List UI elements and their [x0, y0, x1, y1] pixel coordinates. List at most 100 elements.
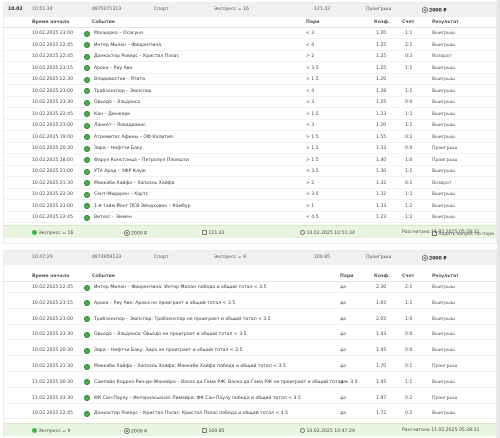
- row-odds: 1.25: [376, 42, 387, 48]
- bet-sport: Спорт: [154, 255, 169, 260]
- table-row: 10.02.2025 22:45 Донкастер Роверс – Крист…: [4, 51, 496, 62]
- row-time: 10.02.2025 18:00: [32, 157, 74, 163]
- football-icon: [84, 180, 90, 186]
- row-score: 0:2: [405, 411, 413, 417]
- row-event: Сент-Мирррен – Хартс: [94, 192, 149, 197]
- table-row: 10.02.2025 23:30 Овьедо – Эльданса: Овьед…: [4, 329, 496, 341]
- row-time: 10.02.2025 20:30: [32, 348, 74, 354]
- table-row: 10.02.2025 19:00 Атромитос Афины – ОФ Кал…: [4, 132, 496, 143]
- row-odds: 1.65: [376, 300, 387, 306]
- row-odds: 1.43: [376, 332, 387, 338]
- row-score: 0:0: [405, 332, 413, 338]
- football-icon: [84, 99, 90, 106]
- football-icon: [84, 410, 90, 417]
- table-row: 10.02.2025 22:45 Интер Милан – Фиорентина…: [4, 40, 496, 51]
- row-odds: 1.20: [376, 77, 387, 82]
- row-bet: < 3.5: [306, 169, 319, 174]
- row-bet: да: [340, 300, 346, 306]
- row-result: Выигрыш: [432, 192, 455, 197]
- row-bet: да: [340, 332, 346, 338]
- row-result: Проигрыш: [432, 395, 458, 401]
- row-event: Зира – Нефтчи Баку: [94, 146, 143, 151]
- football-icon: [84, 145, 90, 152]
- table-row: 10.02.2025 20:30 Зира – Нефтчи Баку: Зира…: [4, 345, 496, 357]
- row-event: Интер Милан – Фиорентина: [94, 42, 162, 48]
- football-icon: [84, 30, 90, 37]
- row-event: Донкастер Роверс – Кристал Пэлас: Криста…: [94, 411, 289, 417]
- row-time: 10.02.2025 23:00: [32, 316, 74, 322]
- row-event: Ланкет – Левадиакос: [94, 123, 146, 128]
- row-time: 10.02.2025 23:15: [32, 300, 74, 306]
- bet-time: 10:51:34: [32, 7, 53, 12]
- row-bet: да: [340, 395, 346, 401]
- row-score: 1:1: [405, 31, 413, 36]
- row-score: 0:2: [405, 54, 413, 59]
- row-odds: 1.33: [376, 146, 387, 151]
- table-header: Время начала Событие Пари Коэф. Счет Рез…: [4, 17, 496, 28]
- col-result: Результат: [432, 20, 459, 25]
- table-row: 10.02.2025 23:00 1-й тайм Йонг ПСВ Эйндхо…: [4, 201, 496, 212]
- col-event: Событие: [92, 274, 115, 279]
- row-odds: 1.23: [376, 215, 387, 220]
- row-odds: 1.30: [376, 169, 387, 174]
- row-event: Владивосток – Ятита: [94, 77, 145, 82]
- row-result: Выигрыш: [432, 203, 455, 209]
- row-result: Выигрыш: [432, 285, 455, 290]
- table-row: 10.02.2025 20:30 Зира – Нефтчи Баку > 1.5 1…: [4, 143, 496, 154]
- row-event: Маккаби Хайфа – Хапоэль Хайфа: [94, 180, 175, 186]
- football-icon: [84, 347, 90, 354]
- row-result: Проигрыш: [432, 157, 458, 163]
- col-time: Время начала: [32, 274, 70, 279]
- col-result: Результат: [432, 274, 459, 279]
- col-event: Событие: [92, 20, 115, 25]
- table-row: 10.02.2025 23:00 Трабзонспор – Эюпспор: Т…: [4, 314, 496, 325]
- football-icon: [84, 122, 90, 129]
- table-row: 10.02.2025 23:00 Трабзонспор – Эюпспор < 4…: [4, 86, 496, 97]
- row-bet: да: [340, 316, 346, 322]
- row-odds: 1.45: [376, 348, 387, 354]
- football-icon: [84, 53, 90, 60]
- row-score: 1:1: [405, 169, 413, 174]
- footer-placed: 10.02.2025 10:47:29: [300, 428, 355, 434]
- row-bet: < 3.5: [306, 65, 319, 71]
- bet-status: Проигрыш: [366, 255, 392, 260]
- bet-status: Проигрыш: [366, 7, 392, 12]
- row-result: Выигрыш: [432, 134, 455, 140]
- row-event: Кан – Дюнкерк: [94, 111, 131, 117]
- footer-odds: 121.42: [202, 230, 225, 236]
- table-row: 10.02.2025 22:45 Донкастер Роверс – Крист…: [4, 408, 496, 420]
- footer-type: Экспресс = 9: [32, 428, 70, 434]
- row-result: Выигрыш: [432, 31, 455, 36]
- ask-question-link[interactable]: Задать вопрос по пари: [432, 231, 494, 237]
- footer-amount: 2000 ₽: [124, 230, 147, 237]
- row-bet: < 4: [306, 88, 315, 94]
- col-score: Счет: [402, 20, 415, 25]
- row-odds: 1.97: [376, 395, 387, 401]
- bet-header[interactable]: 10:47:29 4874959133 Спорт Экспресс = 9 1…: [4, 251, 496, 265]
- bet-header[interactable]: 10.02 10:51:34 4875071313 Спорт Экспресс…: [4, 3, 496, 17]
- row-bet: да: [340, 348, 346, 354]
- row-event: Овьедо – Эльданса: [94, 100, 141, 105]
- row-time: 10.02.2025 23:30: [32, 100, 74, 105]
- bet-odds: 121.42: [314, 7, 331, 12]
- row-odds: 1.28: [376, 88, 387, 94]
- row-time: 10.02.2025 23:00: [32, 203, 74, 209]
- bet-amount: 2000 ₽: [422, 255, 447, 262]
- row-score: 1:1: [405, 123, 413, 128]
- table-row: 10.02.2025 23:30 Овьедо – Эльданса < 3 1.25…: [4, 97, 496, 108]
- table-row: 10.02.2025 22:45 Витесс – Эммен < 4.5 1.23 1…: [4, 212, 496, 223]
- football-icon: [84, 65, 90, 71]
- row-result: Выигрыш: [432, 88, 455, 94]
- row-score: 1:0: [405, 316, 413, 322]
- row-odds: 1.23: [376, 111, 387, 117]
- row-event: Овьедо – Эльданса: Овьедо не проиграет и…: [94, 332, 247, 338]
- table-row: 10.02.2025 23:00 Ланкет – Левадиакос < 3 1.…: [4, 120, 496, 131]
- row-time: 10.02.2025 21:00: [32, 169, 74, 174]
- footer-placed: 10.02.2025 10:51:34: [300, 230, 355, 236]
- col-bet: Пари: [340, 274, 354, 279]
- row-result: Возврат: [432, 180, 452, 186]
- row-score: 1:1: [405, 379, 413, 385]
- footer-type: Экспресс = 16: [32, 230, 73, 236]
- football-icon: [84, 331, 90, 338]
- row-score: 0:1: [405, 364, 413, 369]
